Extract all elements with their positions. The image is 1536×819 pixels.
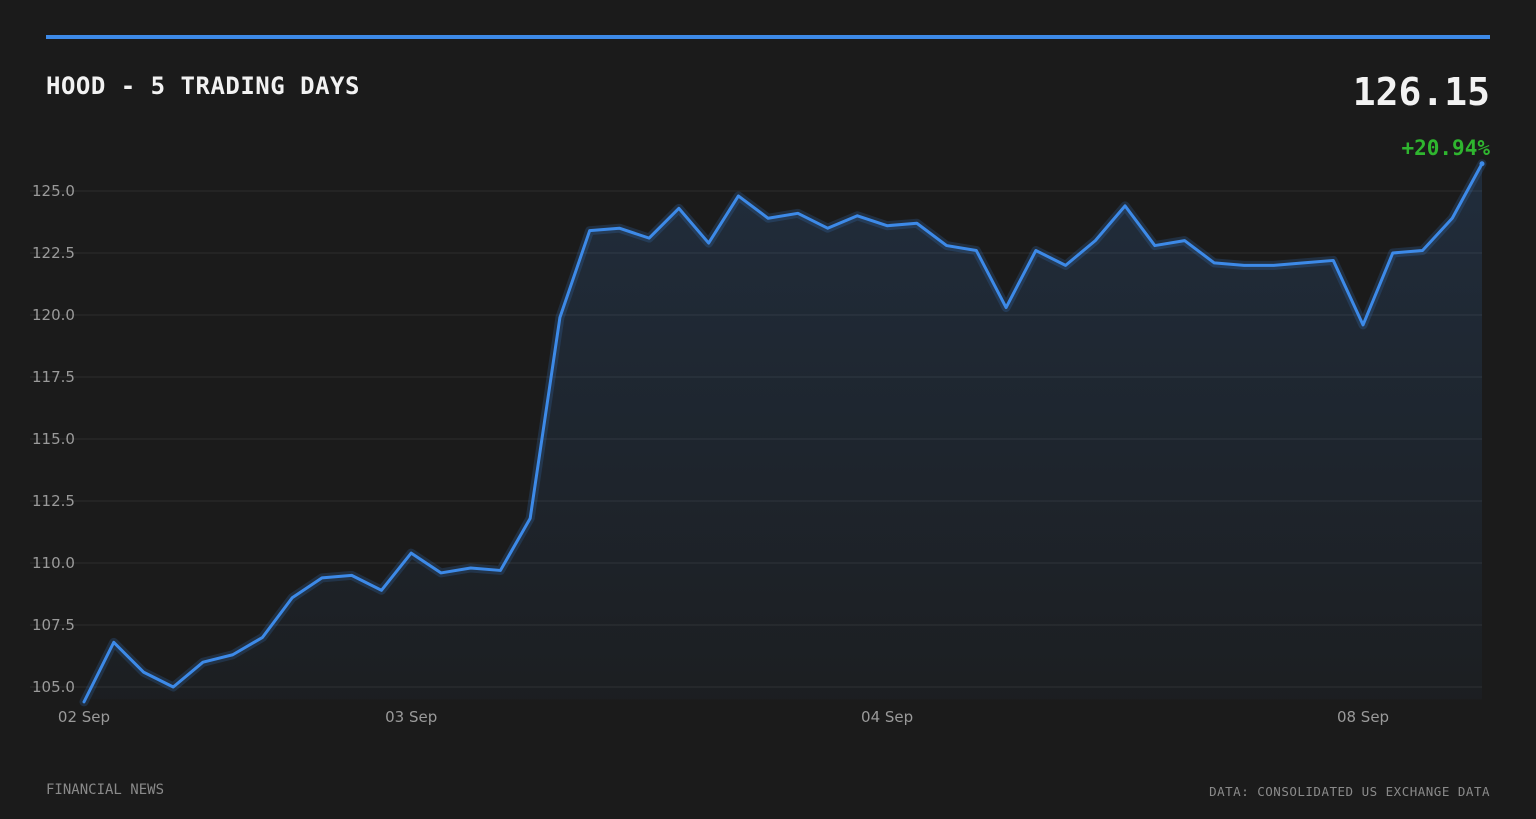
x-tick-label: 03 Sep	[385, 708, 437, 726]
y-tick-label: 110.0	[32, 554, 75, 572]
y-tick-label: 122.5	[32, 244, 75, 262]
x-tick-label: 04 Sep	[861, 708, 913, 726]
y-tick-label: 107.5	[32, 616, 75, 634]
price-area-fill	[84, 163, 1482, 702]
x-tick-label: 02 Sep	[58, 708, 110, 726]
y-tick-label: 112.5	[32, 492, 75, 510]
y-axis-ticks: 105.0 107.5 110.0 112.5 115.0 117.5 120.0 122.5…	[32, 182, 75, 696]
footer-source-right: DATA: CONSOLIDATED US EXCHANGE DATA	[1209, 784, 1490, 799]
footer-source-left: FINANCIAL NEWS	[46, 782, 165, 798]
y-tick-label: 117.5	[32, 368, 75, 386]
x-axis-ticks: 02 Sep 03 Sep 04 Sep 08 Sep	[58, 708, 1389, 726]
x-tick-label: 08 Sep	[1337, 708, 1389, 726]
y-tick-label: 125.0	[32, 182, 75, 200]
data-point	[1479, 161, 1485, 167]
data-points	[1479, 161, 1485, 167]
y-tick-label: 115.0	[32, 430, 75, 448]
price-chart: 105.0 107.5 110.0 112.5 115.0 117.5 120.0 122.5…	[30, 159, 1487, 726]
y-tick-label: 105.0	[32, 678, 75, 696]
y-tick-label: 120.0	[32, 306, 75, 324]
